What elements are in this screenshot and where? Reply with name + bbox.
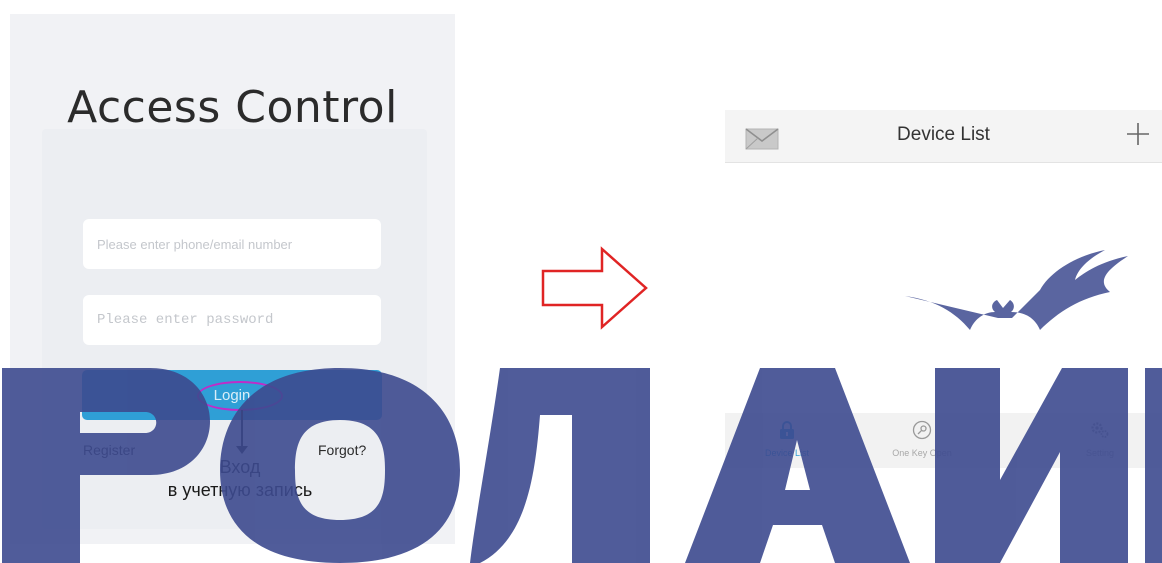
password-input[interactable] — [83, 295, 381, 345]
tab-setting[interactable]: Setting — [1040, 413, 1160, 468]
tab-one-key-open[interactable]: One Key Open — [862, 413, 982, 468]
tab-label: One Key Open — [892, 448, 952, 458]
device-list-header: Device List — [725, 110, 1162, 163]
gear-icon — [1091, 422, 1109, 438]
key-icon — [912, 420, 932, 440]
lock-icon — [780, 421, 794, 439]
right-arrow-icon — [541, 246, 648, 330]
tab-device-list[interactable]: Device List — [727, 413, 847, 468]
callout-line-1: Вход — [219, 457, 261, 477]
bottom-tab-bar: Device List One Key Open Setting — [725, 413, 1162, 468]
tab-label: Device List — [764, 448, 809, 458]
login-screen: Access Control Login Register Forgot? Вх… — [10, 14, 455, 544]
down-arrow-icon — [236, 410, 248, 454]
plus-icon[interactable] — [1124, 120, 1152, 148]
app-title: Access Control — [67, 82, 398, 133]
header-title: Device List — [897, 124, 990, 145]
login-button[interactable]: Login — [82, 370, 382, 420]
callout-line-2: в учетную запись — [167, 480, 313, 500]
phone-email-input[interactable] — [83, 219, 381, 269]
callout-annotation: Вход в учетную запись — [100, 456, 380, 502]
tab-label: Setting — [1085, 448, 1115, 458]
